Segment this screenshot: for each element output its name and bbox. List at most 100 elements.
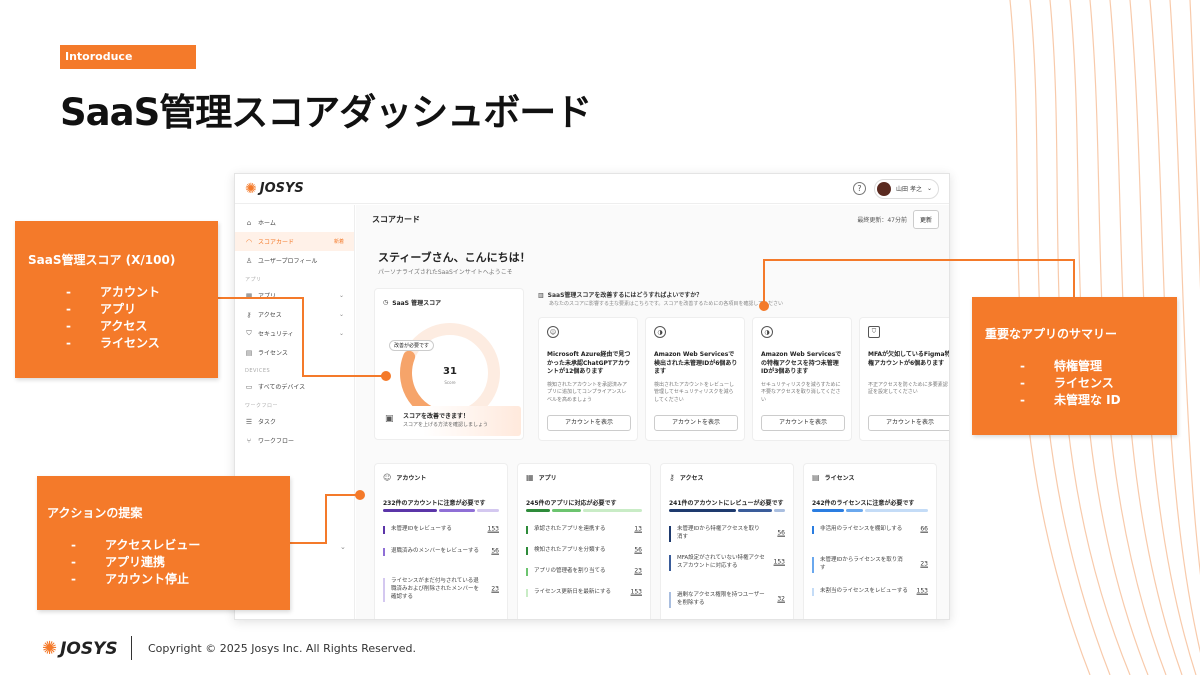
view-accounts-button[interactable]: アカウントを表示 bbox=[547, 415, 631, 431]
avatar bbox=[877, 181, 892, 196]
bar-segment bbox=[845, 509, 863, 512]
task-count[interactable]: 153 bbox=[488, 526, 499, 535]
task-item[interactable]: 過剰なアクセス権限を持つユーザーを削除する 32 bbox=[669, 592, 785, 608]
sidebar-item-label: アクセス bbox=[258, 312, 282, 319]
main-title: スコアカード bbox=[372, 214, 420, 224]
task-count[interactable]: 23 bbox=[491, 586, 499, 595]
callout-item-text: アクセスレビュー bbox=[105, 538, 201, 552]
sidebar-item-tasks[interactable]: ☰ タスク bbox=[235, 412, 354, 431]
sidebar-item-access[interactable]: ⚷ アクセス ⌄ bbox=[235, 305, 354, 324]
task-item[interactable]: ライセンス更新日を最新にする 153 bbox=[526, 589, 642, 597]
task-item[interactable]: ライセンスがまだ付与されている退職済みおよび削除されたメンバーを確認する 23 bbox=[383, 578, 499, 602]
recommend-card: ⛉ MFAが欠如しているFigma特権アカウントが6個あります 不正アクセスを防… bbox=[859, 317, 949, 441]
view-accounts-button[interactable]: アカウントを表示 bbox=[654, 415, 738, 431]
task-item[interactable]: 未管理IDから特権アクセスを取り消す 56 bbox=[669, 526, 785, 542]
josys-logo-icon: ✺ bbox=[42, 638, 58, 659]
task-item[interactable]: 退職済みのメンバーをレビューする 56 bbox=[383, 548, 499, 556]
task-text: 非活用のライセンスを棚卸しする bbox=[820, 526, 903, 532]
sidebar-item-security[interactable]: ⛉ セキュリティ ⌄ bbox=[235, 324, 354, 343]
callout-item: - 特権管理 bbox=[1020, 359, 1103, 373]
footer-divider bbox=[131, 636, 132, 660]
sidebar-item-apps[interactable]: ▦ アプリ ⌄ bbox=[235, 286, 354, 305]
task-count[interactable]: 32 bbox=[777, 596, 785, 605]
task-count[interactable]: 13 bbox=[634, 526, 642, 535]
bar-segment bbox=[439, 509, 476, 512]
sidebar-item-user-profile[interactable]: ♙ ユーザープロフィール bbox=[235, 251, 354, 270]
task-count[interactable]: 66 bbox=[920, 526, 928, 535]
monitor-icon: ▭ bbox=[245, 382, 253, 391]
branch-icon: ⑂ bbox=[246, 436, 252, 445]
task-item[interactable]: MFA設定がされていない特権アクセスアカウントに対応する 153 bbox=[669, 555, 785, 571]
callout-item-text: 未管理な ID bbox=[1054, 393, 1121, 407]
task-count[interactable]: 153 bbox=[631, 589, 642, 598]
bar-segment bbox=[738, 509, 772, 512]
page-title: SaaS管理スコアダッシュボード bbox=[60, 91, 592, 134]
category-bar bbox=[526, 509, 642, 512]
recommend-card-desc: 検知されたアカウントを承認済みアプリに追加してコンプライアンスレベルを高めましょ… bbox=[547, 382, 628, 403]
recommend-title-text: SaaS管理スコアを改善するにはどうすればよいですか？ bbox=[547, 292, 703, 299]
category-card-access: ⚷ アクセス 241件のアカウントにレビューが必要です 未管理IDから特権アクセス… bbox=[660, 463, 794, 619]
home-icon: ⌂ bbox=[246, 218, 252, 227]
view-accounts-button[interactable]: アカウントを表示 bbox=[761, 415, 845, 431]
sidebar-item-scorecard[interactable]: ◠ スコアカード 新着 bbox=[235, 232, 354, 251]
improve-banner[interactable]: ▣ スコアを改善できます！ スコアを上げる方法を確認しましょう bbox=[381, 406, 521, 436]
task-item[interactable]: アプリの管理者を割り当てる 23 bbox=[526, 568, 642, 576]
category-title: アクセス bbox=[679, 475, 704, 482]
task-text: 過剰なアクセス権限を持つユーザーを削除する bbox=[677, 592, 765, 606]
greeting: スティーブさん、こんにちは！ bbox=[378, 251, 531, 264]
chart-icon: ▣ bbox=[385, 414, 394, 424]
license-icon: ▤ bbox=[245, 348, 253, 357]
task-text: MFA設定がされていない特権アクセスアカウントに対応する bbox=[677, 555, 765, 569]
task-text: ライセンス更新日を最新にする bbox=[534, 589, 611, 595]
bar-chart-icon: ▥ bbox=[538, 292, 544, 299]
sidebar-item-all-devices[interactable]: ▭ すべてのデバイス bbox=[235, 377, 354, 396]
chevron-down-icon[interactable]: ⌄ bbox=[340, 543, 346, 551]
callout-score: SaaS管理スコア (X/100) - アカウント - アプリ - アクセス - ライセ… bbox=[15, 221, 218, 378]
callout-item: - アプリ bbox=[66, 302, 137, 316]
task-item[interactable]: 検知されたアプリを分類する 56 bbox=[526, 547, 642, 555]
bar-segment bbox=[526, 509, 550, 512]
task-count[interactable]: 23 bbox=[634, 568, 642, 577]
task-text: ライセンスがまだ付与されている退職済みおよび削除されたメンバーを確認する bbox=[391, 578, 480, 600]
task-count[interactable]: 153 bbox=[774, 559, 785, 568]
bar-segment bbox=[477, 509, 499, 512]
task-text: 検知されたアプリを分類する bbox=[534, 547, 606, 553]
question-circle-icon[interactable]: ? bbox=[853, 182, 867, 195]
refresh-button[interactable]: 更新 bbox=[912, 209, 939, 229]
category-need: 241件のアカウントにレビューが必要です bbox=[669, 500, 784, 507]
sidebar-item-label: タスク bbox=[258, 419, 277, 426]
bar-segment bbox=[583, 509, 642, 512]
task-item[interactable]: 承認されたアプリを連携する 13 bbox=[526, 526, 642, 534]
task-item[interactable]: 非活用のライセンスを棚卸しする 66 bbox=[812, 526, 928, 534]
recommend-card-desc: セキュリティリスクを減らすために不要なアクセスを取り消してください bbox=[761, 382, 841, 403]
category-card-license: ▤ ライセンス 242件のライセンスに注意が必要です 非活用のライセンスを棚卸しす… bbox=[803, 463, 937, 619]
task-count[interactable]: 56 bbox=[491, 548, 499, 557]
task-item[interactable]: 未割当のライセンスをレビューする 153 bbox=[812, 588, 928, 596]
recommend-card: ◑ Amazon Web Servicesで検出された未管理IDが6個あります … bbox=[645, 317, 745, 441]
josys-logo[interactable]: ✺ JOSYS bbox=[245, 181, 304, 197]
sidebar-item-label: すべてのデバイス bbox=[258, 384, 306, 391]
shield-icon: ⛉ bbox=[246, 329, 252, 337]
sidebar-item-label: セキュリティ bbox=[258, 331, 294, 338]
user-menu[interactable]: 山田 孝之 ⌄ bbox=[874, 178, 939, 199]
task-text: 未割当のライセンスをレビューする bbox=[820, 588, 908, 594]
sidebar-item-workflow[interactable]: ⑂ ワークフロー bbox=[235, 431, 354, 450]
callout-item: - アプリ連携 bbox=[71, 555, 166, 569]
sidebar-item-home[interactable]: ⌂ ホーム bbox=[235, 213, 354, 232]
task-item[interactable]: 未管理IDをレビューする 153 bbox=[383, 526, 499, 534]
access-icon: ⚷ bbox=[669, 473, 675, 482]
task-count[interactable]: 56 bbox=[634, 547, 642, 556]
task-count[interactable]: 56 bbox=[777, 530, 785, 539]
score-card-title: SaaS 管理スコア bbox=[392, 300, 442, 307]
category-card-accounts: ☺ アカウント 232件のアカウントに注意が必要です 未管理IDをレビューする 15… bbox=[374, 463, 508, 619]
callout-item: - アカウント bbox=[66, 285, 161, 299]
task-count[interactable]: 153 bbox=[917, 588, 928, 597]
view-accounts-button[interactable]: アカウントを表示 bbox=[868, 415, 949, 431]
recommend-card-desc: 不正アクセスを防ぐために多要素認証を設定してください bbox=[868, 382, 948, 396]
task-item[interactable]: 未管理IDからライセンスを取り消す 23 bbox=[812, 557, 928, 573]
user-name: 山田 孝之 bbox=[896, 186, 922, 193]
task-count[interactable]: 23 bbox=[920, 561, 928, 570]
chevron-down-icon: ⌄ bbox=[338, 330, 344, 337]
sidebar-item-license[interactable]: ▤ ライセンス bbox=[235, 343, 354, 362]
recommend-card: ☺ Microsoft Azure経由で見つかった未承認ChatGPTアカウント… bbox=[538, 317, 638, 441]
